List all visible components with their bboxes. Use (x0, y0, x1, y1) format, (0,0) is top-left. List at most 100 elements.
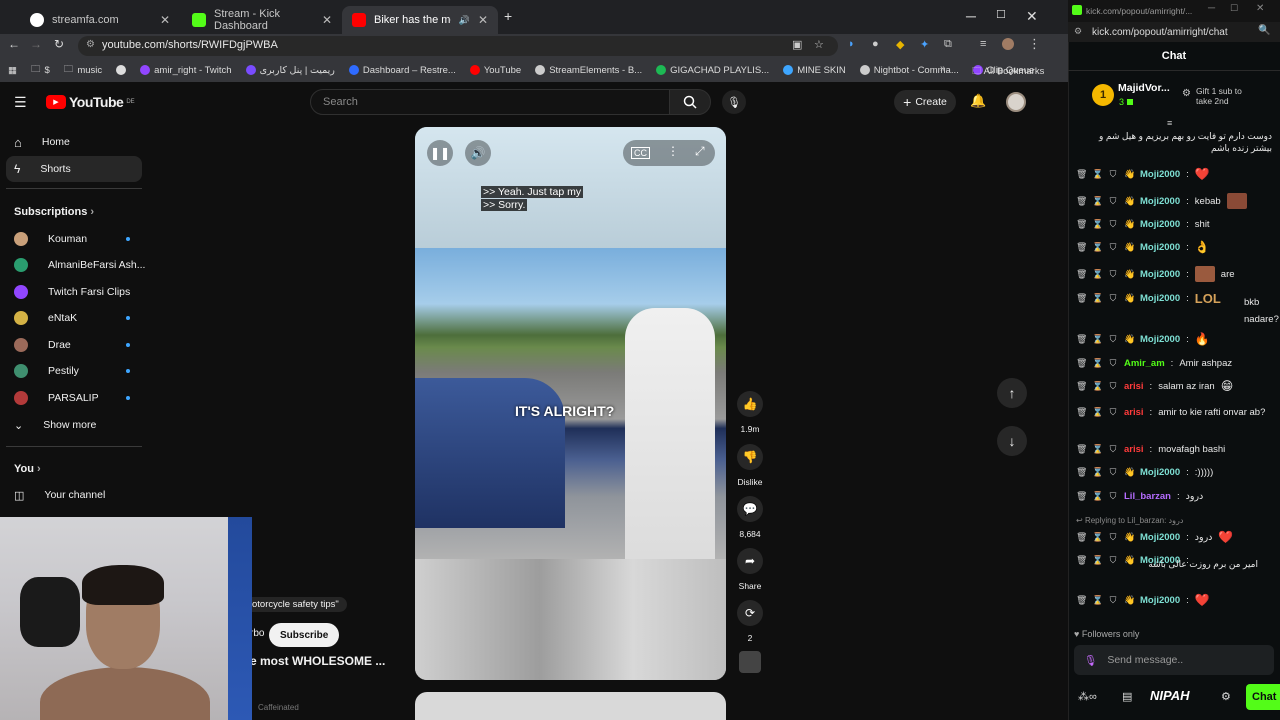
close-window-icon[interactable]: ✕ (1026, 8, 1038, 25)
chat-username[interactable]: arisi (1124, 406, 1144, 419)
forward-icon[interactable]: → (30, 37, 42, 51)
next-short-button[interactable]: ↓ (997, 426, 1027, 456)
chat-username[interactable]: Moji2000 (1140, 594, 1180, 607)
bookmark-item[interactable]: ریمیت | پنل کاربری (245, 65, 335, 76)
tab-youtube-short[interactable]: Biker has the most WHOLE 🔊 ✕ (342, 6, 498, 34)
subscribe-button[interactable]: Subscribe (269, 623, 340, 647)
delete-icon[interactable]: 🗑 (1076, 195, 1087, 208)
next-short-preview[interactable] (415, 692, 726, 720)
more-bookmarks-icon[interactable]: » (940, 63, 946, 74)
speaker-icon[interactable]: 🔊 (459, 15, 470, 26)
timeout-icon[interactable]: ⌛ (1092, 168, 1103, 181)
share-button[interactable]: ➦ (737, 548, 763, 574)
sidebar-item-pestily[interactable]: Pestily (0, 358, 150, 384)
hashtag-chip[interactable]: otorcycle safety tips" (244, 597, 347, 612)
chat-message-input[interactable]: 🎙 Send message.. (1074, 645, 1274, 675)
sound-thumbnail[interactable] (739, 651, 761, 673)
delete-icon[interactable]: 🗑 (1076, 380, 1087, 393)
reload-icon[interactable]: ↻ (54, 37, 64, 51)
maximize-icon[interactable]: ☐ (1230, 3, 1238, 14)
new-tab-icon[interactable]: + (504, 8, 512, 24)
delete-icon[interactable]: 🗑 (1076, 168, 1087, 181)
microphone-icon[interactable]: 🎙 (1084, 654, 1097, 667)
sidebar-item-your-channel[interactable]: ◫ Your channel (0, 482, 150, 508)
delete-icon[interactable]: 🗑 (1076, 406, 1087, 419)
delete-icon[interactable]: 🗑 (1076, 218, 1087, 231)
pause-button[interactable]: ❚❚ (427, 140, 453, 166)
site-info-icon[interactable]: ⚙ (1074, 26, 1082, 37)
bookmark-item[interactable]: 🗀 $ (31, 62, 50, 78)
sidebar-item-twitch-farsi-clips[interactable]: Twitch Farsi Clips (0, 279, 150, 305)
timeout-icon[interactable]: ⌛ (1092, 531, 1103, 544)
dislike-button[interactable]: 👎 (737, 444, 763, 470)
create-button[interactable]: + Create (894, 90, 956, 114)
search-input[interactable]: Search (310, 89, 670, 115)
hamburger-menu-icon[interactable]: ☰ (14, 94, 27, 111)
short-title[interactable]: e most WHOLESOME ... (250, 654, 385, 668)
sidebar-item-parsalip[interactable]: PARSALIP (0, 385, 150, 411)
channel-name[interactable]: rbo (250, 628, 264, 639)
top-gifter-name[interactable]: MajidVor... (1118, 82, 1170, 94)
gift-sub-prompt[interactable]: Gift 1 sub to take 2nd (1196, 86, 1256, 106)
pin-menu-icon[interactable]: ≡ (1167, 118, 1172, 128)
voice-search-button[interactable]: 🎙 (722, 90, 746, 114)
close-icon[interactable]: ✕ (160, 13, 170, 27)
minimize-icon[interactable]: ─ (966, 8, 976, 24)
timeout-icon[interactable]: ⌛ (1092, 333, 1103, 346)
apps-grid-icon[interactable]: ▦ (8, 65, 17, 76)
volume-button[interactable]: 🔊 (465, 140, 491, 166)
extension-icon[interactable]: ◗ (848, 38, 855, 50)
nipah-extension-logo[interactable]: NIPAH (1150, 688, 1189, 703)
zoom-icon[interactable]: 🔍 (1258, 25, 1270, 36)
delete-icon[interactable]: 🗑 (1076, 490, 1087, 503)
minimize-icon[interactable]: ─ (1208, 3, 1215, 14)
tab-streamfa[interactable]: streamfa.com ✕ (20, 6, 180, 34)
delete-icon[interactable]: 🗑 (1076, 241, 1087, 254)
close-window-icon[interactable]: ✕ (1256, 3, 1264, 14)
timeout-icon[interactable]: ⌛ (1092, 195, 1103, 208)
chat-username[interactable]: Moji2000 (1140, 218, 1180, 231)
timeout-icon[interactable]: ⌛ (1092, 443, 1103, 456)
like-button[interactable]: 👍 (737, 391, 763, 417)
account-avatar[interactable] (1006, 92, 1026, 112)
sidebar-item-home[interactable]: ⌂ Home (0, 129, 150, 155)
short-video-player[interactable]: >> Yeah. Just tap my >> Sorry. IT'S ALRI… (415, 127, 726, 680)
chat-username[interactable]: arisi (1124, 380, 1144, 393)
sidebar-item-entak[interactable]: eNtaK (0, 305, 150, 331)
tab-kick-dashboard[interactable]: Stream - Kick Dashboard ✕ (182, 6, 342, 34)
bookmark-item[interactable] (116, 65, 127, 75)
timeout-icon[interactable]: ⌛ (1092, 218, 1103, 231)
settings-gear-icon[interactable]: ⚙ (1221, 690, 1231, 703)
captions-icon[interactable]: CC (631, 147, 650, 159)
menu-lines-icon[interactable]: ≡ (980, 38, 986, 50)
chat-username[interactable]: Amir_am (1124, 357, 1165, 370)
previous-short-button[interactable]: ↑ (997, 378, 1027, 408)
timeout-icon[interactable]: ⌛ (1092, 466, 1103, 479)
timeout-icon[interactable]: ⌛ (1092, 357, 1103, 370)
more-vert-icon[interactable]: ⋮ (667, 144, 679, 158)
show-more-button[interactable]: ⌄ Show more (0, 412, 150, 438)
cast-icon[interactable]: ▣ (792, 38, 802, 51)
bookmark-item[interactable]: StreamElements - B... (535, 65, 642, 76)
extension-icon[interactable]: ◆ (896, 38, 904, 51)
delete-icon[interactable]: 🗑 (1076, 357, 1087, 370)
comments-button[interactable]: 💬 (737, 496, 763, 522)
chat-username[interactable]: Moji2000 (1140, 531, 1180, 544)
chat-username[interactable]: Moji2000 (1140, 168, 1180, 181)
back-icon[interactable]: ← (8, 37, 20, 51)
profile-avatar[interactable] (1002, 38, 1014, 50)
delete-icon[interactable]: 🗑 (1076, 268, 1087, 281)
delete-icon[interactable]: 🗑 (1076, 443, 1087, 456)
chat-username[interactable]: arisi (1124, 443, 1144, 456)
url-field[interactable]: ⚙ youtube.com/shorts/RWIFDgjPWBA (78, 36, 838, 56)
bookmark-item[interactable]: 🗀 music (64, 62, 102, 78)
timeout-icon[interactable]: ⌛ (1092, 268, 1103, 281)
send-chat-button[interactable]: Chat (1246, 684, 1280, 710)
youtube-logo[interactable]: ▶ YouTube DE (46, 94, 135, 110)
sidebar-item-kouman[interactable]: Kouman (0, 226, 150, 252)
chat-username[interactable]: Moji2000 (1140, 466, 1180, 479)
chat-username[interactable]: Moji2000 (1140, 333, 1180, 346)
timeout-icon[interactable]: ⌛ (1092, 380, 1103, 393)
maximize-icon[interactable]: ☐ (996, 8, 1006, 21)
gift-icon[interactable]: ▤ (1122, 690, 1132, 703)
